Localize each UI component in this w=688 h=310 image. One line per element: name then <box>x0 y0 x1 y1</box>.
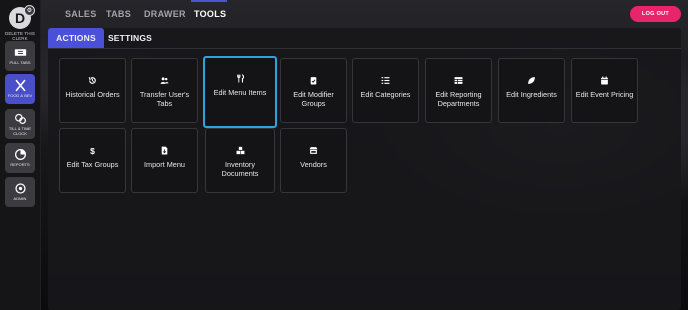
list-icon <box>381 77 390 84</box>
sidebar-item-till-time-clock[interactable]: TILL & TIME CLOCK <box>5 109 35 139</box>
tile-label: Historical Orders <box>65 90 120 99</box>
coins-icon <box>14 113 26 125</box>
sidebar-item-label: ADMIN <box>13 196 27 202</box>
tile-edit-reporting-departments[interactable]: Edit Reporting Departments <box>425 58 492 123</box>
calendar-icon <box>601 76 608 85</box>
fork-knife-icon <box>15 80 25 92</box>
tile-label: Edit Tax Groups <box>66 160 119 169</box>
subtab-divider <box>48 48 681 49</box>
clipboard-check-icon <box>310 77 317 85</box>
sidebar-item-label: REPORTS <box>10 162 30 168</box>
tile-edit-event-pricing[interactable]: Edit Event Pricing <box>571 58 638 123</box>
sidebar-item-label: PULL TABS <box>9 60 31 66</box>
tile-label: Edit Reporting Departments <box>435 90 482 109</box>
tile-label: Edit Ingredients <box>506 90 557 99</box>
sidebar-item-label: TILL & TIME CLOCK <box>8 126 32 136</box>
tile-label: Edit Categories <box>360 90 411 99</box>
table-icon <box>454 77 463 84</box>
tile-edit-modifier-groups[interactable]: Edit Modifier Groups <box>280 58 347 123</box>
tile-edit-tax-groups[interactable]: $ Edit Tax Groups <box>59 128 126 193</box>
tile-inventory-documents[interactable]: Inventory Documents <box>205 128 275 193</box>
sidebar-item-food-bev[interactable]: FOOD & BEV <box>5 74 35 104</box>
tile-label: Edit Modifier Groups <box>293 90 334 109</box>
tab-sales[interactable]: SALES <box>65 9 97 19</box>
boxes-icon <box>236 146 244 155</box>
tile-edit-categories[interactable]: Edit Categories <box>352 58 419 123</box>
leaf-icon <box>528 77 535 84</box>
avatar-settings-icon[interactable]: ⚙ <box>24 5 35 16</box>
utensils-icon <box>236 74 244 83</box>
tile-import-menu[interactable]: Import Menu <box>131 128 198 193</box>
logout-button[interactable]: LOG OUT <box>630 6 681 22</box>
clerk-label: DELETE THIS CLERK <box>4 31 36 41</box>
active-tab-indicator <box>191 0 227 2</box>
file-import-icon <box>161 146 168 155</box>
tab-drawer[interactable]: DRAWER <box>144 9 186 19</box>
svg-text:$: $ <box>90 146 95 155</box>
subtab-actions[interactable]: ACTIONS <box>48 28 104 48</box>
tile-label: Inventory Documents <box>221 160 259 179</box>
settings-icon <box>14 183 26 194</box>
history-icon <box>88 77 96 84</box>
sidebar-item-pull-tabs[interactable]: PULL TABS <box>5 41 35 71</box>
pie-chart-icon <box>14 149 26 161</box>
tile-label: Import Menu <box>144 160 185 169</box>
tile-label: Edit Event Pricing <box>575 90 634 99</box>
sidebar-item-label: FOOD & BEV <box>7 93 33 99</box>
tab-tools[interactable]: TOOLS <box>194 9 226 19</box>
tile-label: Vendors <box>300 160 327 169</box>
tab-tabs[interactable]: TABS <box>106 9 131 19</box>
sidebar: D ⚙ DELETE THIS CLERK PULL TABS FOOD & B… <box>0 0 41 310</box>
users-icon <box>160 77 169 84</box>
store-icon <box>309 147 318 154</box>
tile-label: Edit Menu Items <box>213 88 267 97</box>
dollar-icon: $ <box>90 146 95 155</box>
tile-edit-menu-items[interactable]: Edit Menu Items <box>203 56 277 128</box>
tile-edit-ingredients[interactable]: Edit Ingredients <box>498 58 565 123</box>
sidebar-item-reports[interactable]: REPORTS <box>5 143 35 173</box>
tile-vendors[interactable]: Vendors <box>280 128 347 193</box>
ticket-icon <box>14 49 26 57</box>
tile-transfer-users-tabs[interactable]: Transfer User's Tabs <box>131 58 198 123</box>
sidebar-item-admin[interactable]: ADMIN <box>5 177 35 207</box>
subtab-settings[interactable]: SETTINGS <box>104 28 156 48</box>
tile-label: Transfer User's Tabs <box>139 90 190 109</box>
tile-historical-orders[interactable]: Historical Orders <box>59 58 126 123</box>
